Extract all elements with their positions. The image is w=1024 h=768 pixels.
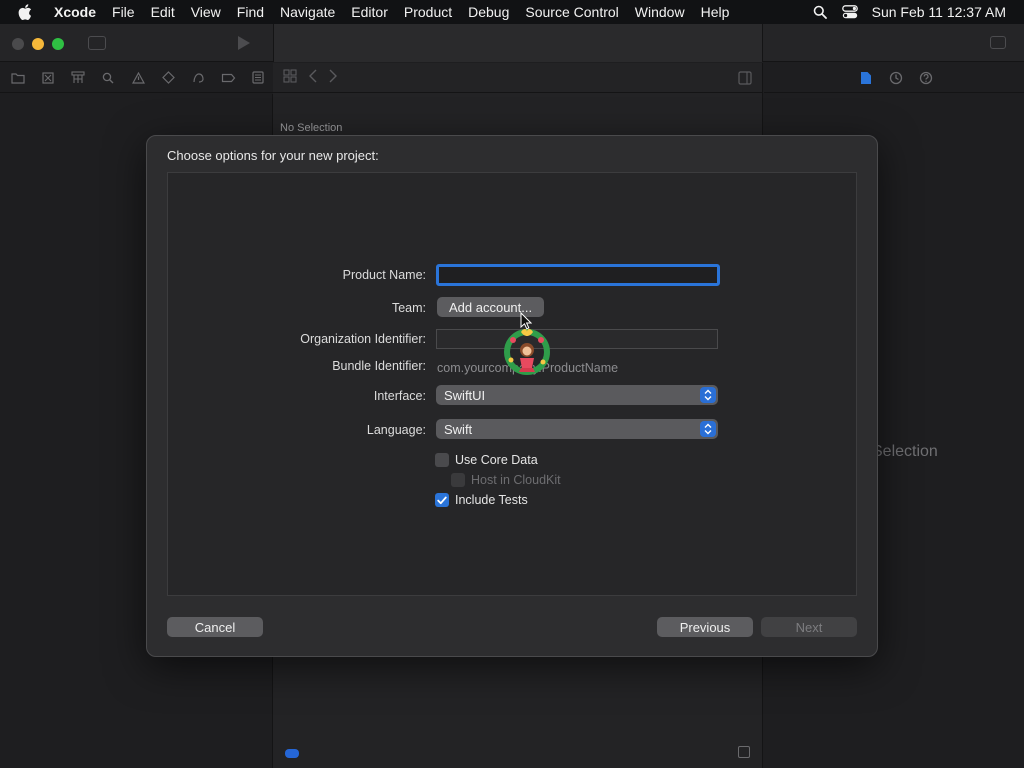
mouse-pointer-icon [520,311,533,330]
include-tests-checkbox[interactable] [435,493,449,507]
menu-product[interactable]: Product [396,4,460,20]
menu-bar-extras: Sun Feb 11 12:37 AM [812,0,1006,24]
organization-identifier-input[interactable] [436,329,718,349]
menu-file[interactable]: File [104,4,143,20]
folder-icon[interactable] [9,69,27,87]
host-in-cloudkit-checkbox [451,473,465,487]
host-in-cloudkit-option: Host in CloudKit [451,473,561,487]
include-tests-option[interactable]: Include Tests [435,493,528,507]
traffic-lights [12,38,64,50]
interface-popup[interactable]: SwiftUI [436,385,718,405]
source-control-navigator-icon[interactable] [39,69,57,87]
next-button[interactable]: Next [761,617,857,637]
help-inspector-icon[interactable] [918,70,934,86]
product-name-input[interactable] [436,264,720,286]
checkmark-icon [437,496,447,504]
back-chevron-icon[interactable] [309,69,317,86]
popup-arrows-icon [700,387,716,403]
menu-editor[interactable]: Editor [343,4,396,20]
popup-arrows-icon [700,421,716,437]
decorative-sticker-icon [503,326,551,376]
interface-label: Interface: [373,389,426,403]
editor-options-icon[interactable] [738,71,752,90]
menu-edit[interactable]: Edit [143,4,183,20]
inspector-no-selection: Selection [872,443,938,460]
control-center-icon[interactable] [841,4,858,20]
history-inspector-icon[interactable] [888,70,904,86]
product-name-label: Product Name: [342,268,426,282]
team-label: Team: [391,301,426,315]
use-core-data-checkbox[interactable] [435,453,449,467]
menu-help[interactable]: Help [693,4,738,20]
menu-app-xcode[interactable]: Xcode [48,4,104,20]
navigator-selector-bar [0,63,273,93]
report-navigator-icon[interactable] [249,69,267,87]
filter-toggle-icon[interactable] [285,749,299,758]
cancel-button[interactable]: Cancel [167,617,263,637]
interface-field-wrapper: SwiftUI [436,385,720,405]
organization-identifier-label: Organization Identifier: [300,332,426,346]
menu-debug[interactable]: Debug [460,4,517,20]
language-label: Language: [366,423,426,437]
previous-button[interactable]: Previous [657,617,753,637]
menu-find[interactable]: Find [229,4,272,20]
related-items-grid-icon[interactable] [283,69,297,86]
window-toolbar [0,24,1024,62]
sidebar-toggle-icon[interactable] [88,36,106,50]
inspector-toggle-icon[interactable] [990,36,1006,49]
menu-navigate[interactable]: Navigate [272,4,343,20]
options-panel: Product Name: Team: Add account... Organ… [167,172,857,596]
include-tests-label: Include Tests [455,493,528,507]
zoom-window-button[interactable] [52,38,64,50]
spotlight-search-icon[interactable] [812,4,828,20]
close-window-button[interactable] [12,38,24,50]
menu-window[interactable]: Window [627,4,693,20]
use-core-data-option[interactable]: Use Core Data [435,453,538,467]
product-name-field-wrapper [436,264,720,286]
forward-chevron-icon[interactable] [329,69,337,86]
test-navigator-icon[interactable] [159,69,177,87]
jump-bar [273,63,763,93]
activity-area [273,24,763,62]
team-field-wrapper: Add account... [437,297,721,317]
run-icon[interactable] [238,36,250,50]
new-project-options-sheet: Choose options for your new project: Pro… [146,135,878,657]
sheet-title: Choose options for your new project: [167,148,379,163]
host-in-cloudkit-label: Host in CloudKit [471,473,561,487]
menu-bar: Xcode File Edit View Find Navigate Edito… [0,0,1024,24]
issue-navigator-icon[interactable] [129,69,147,87]
organization-identifier-field-wrapper [436,329,720,349]
language-popup[interactable]: Swift [436,419,718,439]
language-field-wrapper: Swift [436,419,720,439]
inspector-selector-bar [764,63,1024,93]
use-core-data-label: Use Core Data [455,453,538,467]
bundle-identifier-label: Bundle Identifier: [332,359,426,373]
bundle-identifier-field-wrapper: com.yourcompany.ProductName [437,359,721,377]
menu-clock[interactable]: Sun Feb 11 12:37 AM [872,4,1006,20]
find-navigator-icon[interactable] [99,69,117,87]
menu-source-control[interactable]: Source Control [517,4,626,20]
language-popup-value: Swift [444,421,473,437]
menu-view[interactable]: View [183,4,229,20]
interface-popup-value: SwiftUI [444,387,486,403]
debug-navigator-icon[interactable] [189,69,207,87]
file-inspector-icon[interactable] [858,70,874,86]
symbol-navigator-icon[interactable] [69,69,87,87]
apple-icon[interactable] [18,4,38,20]
debug-area-toggle-icon[interactable] [738,746,750,758]
minimize-window-button[interactable] [32,38,44,50]
breakpoint-navigator-icon[interactable] [219,69,237,87]
editor-no-selection: No Selection [280,122,343,134]
